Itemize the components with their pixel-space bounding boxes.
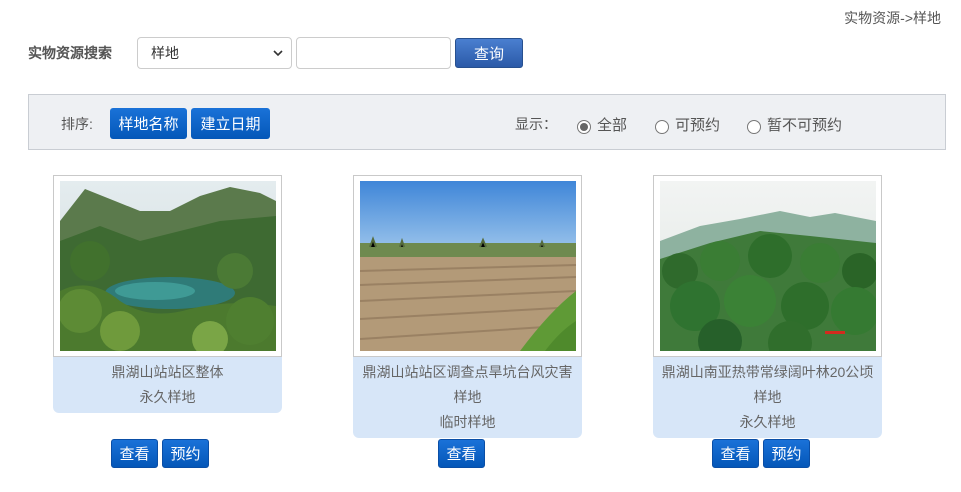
plot-title: 鼎湖山南亚热带常绿阔叶林20公顷 (661, 364, 874, 380)
show-filter-label: 显示： (515, 116, 557, 132)
reserve-button[interactable]: 预约 (162, 439, 209, 468)
plot-title: 鼎湖山站站区整体 (111, 364, 224, 380)
view-button[interactable]: 查看 (438, 439, 485, 468)
search-input[interactable] (296, 37, 451, 69)
lake-mountain-photo (60, 181, 276, 351)
radio-selected-icon (577, 119, 591, 134)
plot-card: 鼎湖山站站区调查点旱坑台风灾害 样地 临时样地 (353, 175, 582, 438)
card-actions: 查看 预约 (111, 439, 209, 468)
plot-title-line2: 样地 (753, 389, 782, 405)
card-actions: 查看 预约 (712, 439, 810, 468)
radio-unavailable-label: 暂不可预约 (767, 117, 843, 134)
plot-photo[interactable] (653, 175, 882, 357)
radio-all-label: 全部 (597, 117, 628, 134)
farmland-photo (360, 181, 576, 351)
plot-card: 鼎湖山南亚热带常绿阔叶林20公顷 样地 永久样地 (653, 175, 882, 438)
radio-unavailable[interactable]: 暂不可预约 (747, 114, 842, 135)
plot-photo[interactable] (53, 175, 282, 357)
search-bar: 实物资源搜索 样地 查询 (28, 37, 523, 69)
radio-available-label: 可预约 (675, 117, 721, 134)
radio-unselected-icon (747, 119, 761, 134)
reserve-button[interactable]: 预约 (763, 439, 810, 468)
plot-info: 鼎湖山南亚热带常绿阔叶林20公顷 样地 永久样地 (653, 357, 882, 438)
plot-type: 临时样地 (439, 414, 496, 430)
view-button[interactable]: 查看 (712, 439, 759, 468)
sort-by-name-button[interactable]: 样地名称 (110, 108, 187, 139)
plot-type: 永久样地 (139, 389, 196, 405)
forest-photo (660, 181, 876, 351)
plot-card: 鼎湖山站站区整体 永久样地 (53, 175, 282, 413)
search-button[interactable]: 查询 (455, 38, 523, 68)
resource-type-selected: 样地 (151, 45, 179, 61)
plot-info: 鼎湖山站站区整体 永久样地 (53, 357, 282, 413)
breadcrumb: 实物资源->样地 (844, 10, 941, 26)
plot-info: 鼎湖山站站区调查点旱坑台风灾害 样地 临时样地 (353, 357, 582, 438)
radio-available[interactable]: 可预约 (655, 114, 720, 135)
chevron-down-icon (273, 50, 283, 57)
view-button[interactable]: 查看 (111, 439, 158, 468)
sort-filter-toolbar: 排序: 样地名称 建立日期 显示： 全部 可预约 暂不可预约 (28, 94, 946, 150)
radio-all[interactable]: 全部 (577, 114, 627, 135)
radio-unselected-icon (655, 119, 669, 134)
plot-type: 永久样地 (739, 414, 796, 430)
card-actions: 查看 (438, 439, 485, 468)
plot-photo[interactable] (353, 175, 582, 357)
plot-title: 鼎湖山站站区调查点旱坑台风灾害 (362, 364, 573, 380)
search-label: 实物资源搜索 (28, 45, 112, 61)
resource-type-select[interactable]: 样地 (137, 37, 292, 69)
plot-title-line2: 样地 (453, 389, 482, 405)
sort-by-date-button[interactable]: 建立日期 (191, 108, 270, 139)
sort-label: 排序: (61, 116, 93, 132)
